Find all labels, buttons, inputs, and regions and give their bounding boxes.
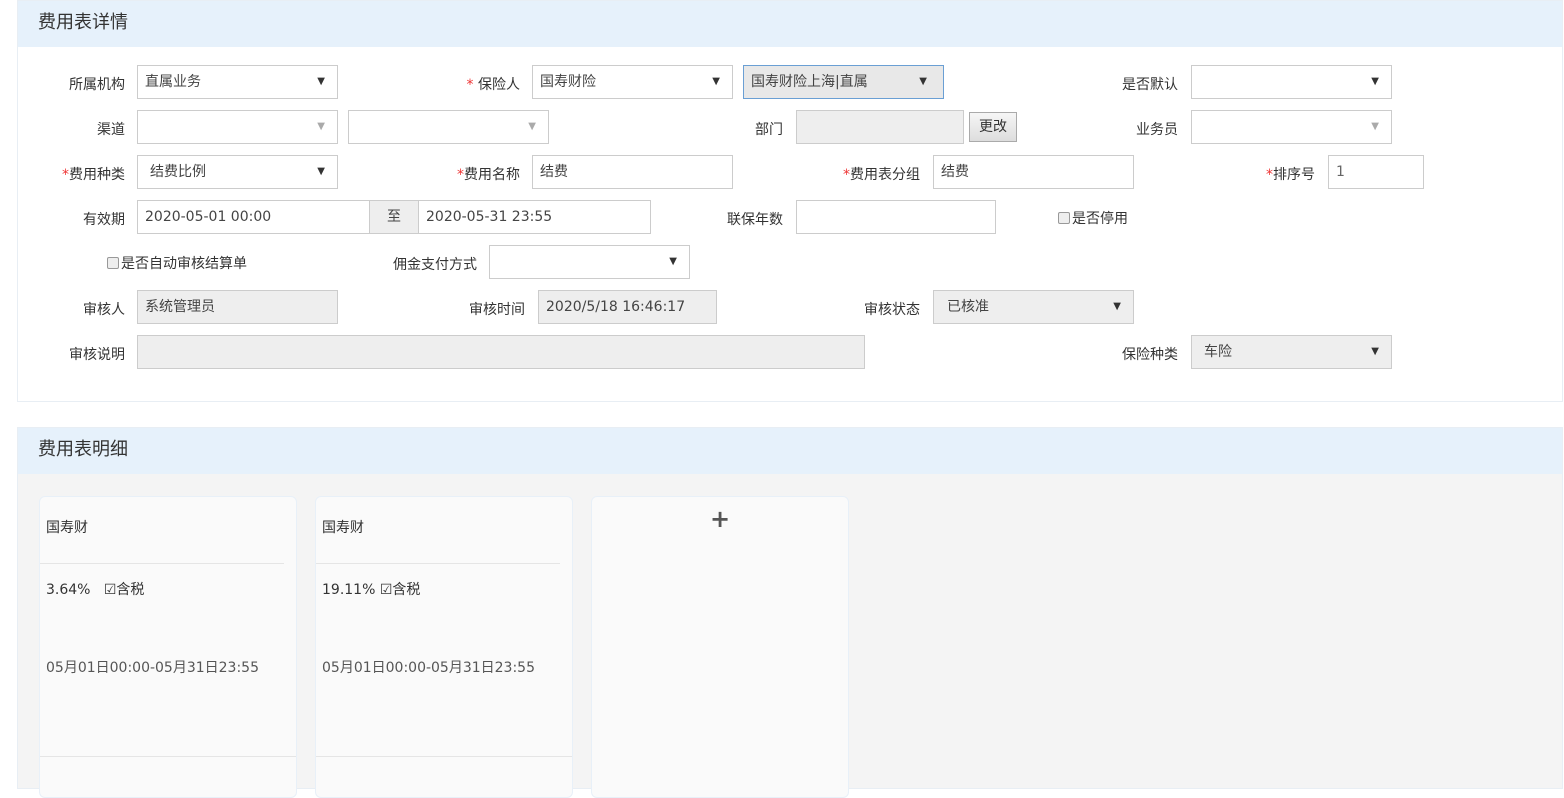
fee-name-input[interactable]: 结费 xyxy=(532,155,733,189)
period-label: 有效期 xyxy=(83,212,125,228)
dept-label: 部门 xyxy=(755,122,783,138)
dept-input xyxy=(796,110,964,144)
audit-status-label: 审核状态 xyxy=(864,302,920,318)
card-name: 国寿财 xyxy=(322,520,364,536)
audit-time-input: 2020/5/18 16:46:17 xyxy=(538,290,717,324)
fee-item-card[interactable]: 国寿财 19.11% ☑含税 05月01日00:00-05月31日23:55 xyxy=(315,496,573,798)
is-default-select[interactable]: ▼ xyxy=(1191,65,1392,99)
fee-type-select[interactable]: 结费比例 ▼ xyxy=(137,155,338,189)
fee-type-label: *费用种类 xyxy=(62,167,125,183)
check-square-icon: ☑ xyxy=(103,582,117,598)
card-rate: 19.11% ☑含税 xyxy=(322,582,421,598)
salesman-label: 业务员 xyxy=(1136,122,1178,138)
change-dept-button[interactable]: 更改 xyxy=(969,112,1017,142)
card-name: 国寿财 xyxy=(46,520,88,536)
fee-items-title: 费用表明细 xyxy=(18,428,1562,474)
years-label: 联保年数 xyxy=(727,212,783,228)
sort-input[interactable]: 1 xyxy=(1328,155,1424,189)
fee-item-card[interactable]: 国寿财 3.64% ☑含税 05月01日00:00-05月31日23:55 xyxy=(39,496,297,798)
years-input[interactable] xyxy=(796,200,996,234)
card-period: 05月01日00:00-05月31日23:55 xyxy=(322,660,536,676)
ins-type-select: 车险 ▼ xyxy=(1191,335,1392,369)
check-square-icon: ☑ xyxy=(379,582,393,598)
channel-select[interactable]: ▼ xyxy=(137,110,338,144)
fee-name-label: *费用名称 xyxy=(457,167,520,183)
audit-note-label: 审核说明 xyxy=(69,347,125,363)
auditor-label: 审核人 xyxy=(83,302,125,318)
org-select[interactable]: 直属业务 ▼ xyxy=(137,65,338,99)
add-fee-item-card[interactable]: + xyxy=(591,496,849,798)
sort-label: *排序号 xyxy=(1266,167,1315,183)
auto-audit-checkbox[interactable]: 是否自动审核结算单 xyxy=(107,247,247,281)
sub-channel-select[interactable]: ▼ xyxy=(348,110,549,144)
salesman-select[interactable]: ▼ xyxy=(1191,110,1392,144)
insurer-branch-select[interactable]: 国寿财险上海|直属 ▼ xyxy=(743,65,944,99)
audit-status-select: 已核准 ▼ xyxy=(933,290,1134,324)
pay-method-select[interactable]: ▼ xyxy=(489,245,690,279)
checkbox-icon xyxy=(1058,212,1070,224)
org-label: 所属机构 xyxy=(69,77,125,93)
period-to: 至 xyxy=(369,200,419,234)
fee-detail-title: 费用表详情 xyxy=(18,1,1562,47)
ins-type-label: 保险种类 xyxy=(1122,347,1178,363)
period-start-input[interactable]: 2020-05-01 00:00 xyxy=(137,200,370,234)
disabled-checkbox[interactable]: 是否停用 xyxy=(1058,202,1128,236)
is-default-label: 是否默认 xyxy=(1122,77,1178,93)
group-label: *费用表分组 xyxy=(843,167,920,183)
group-input[interactable]: 结费 xyxy=(933,155,1134,189)
insurer-label: * 保险人 xyxy=(466,77,520,93)
audit-time-label: 审核时间 xyxy=(469,302,525,318)
period-end-input[interactable]: 2020-05-31 23:55 xyxy=(418,200,651,234)
pay-method-label: 佣金支付方式 xyxy=(393,257,477,273)
plus-icon[interactable]: + xyxy=(592,505,848,533)
card-rate: 3.64% ☑含税 xyxy=(46,582,145,598)
insurer-select[interactable]: 国寿财险 ▼ xyxy=(532,65,733,99)
auditor-input: 系统管理员 xyxy=(137,290,338,324)
checkbox-icon xyxy=(107,257,119,269)
fee-items-panel: 费用表明细 国寿财 3.64% ☑含税 05月01日00:00-05月31日23… xyxy=(17,427,1563,798)
card-period: 05月01日00:00-05月31日23:55 xyxy=(46,660,260,676)
channel-label: 渠道 xyxy=(97,122,125,138)
audit-note-input xyxy=(137,335,865,369)
